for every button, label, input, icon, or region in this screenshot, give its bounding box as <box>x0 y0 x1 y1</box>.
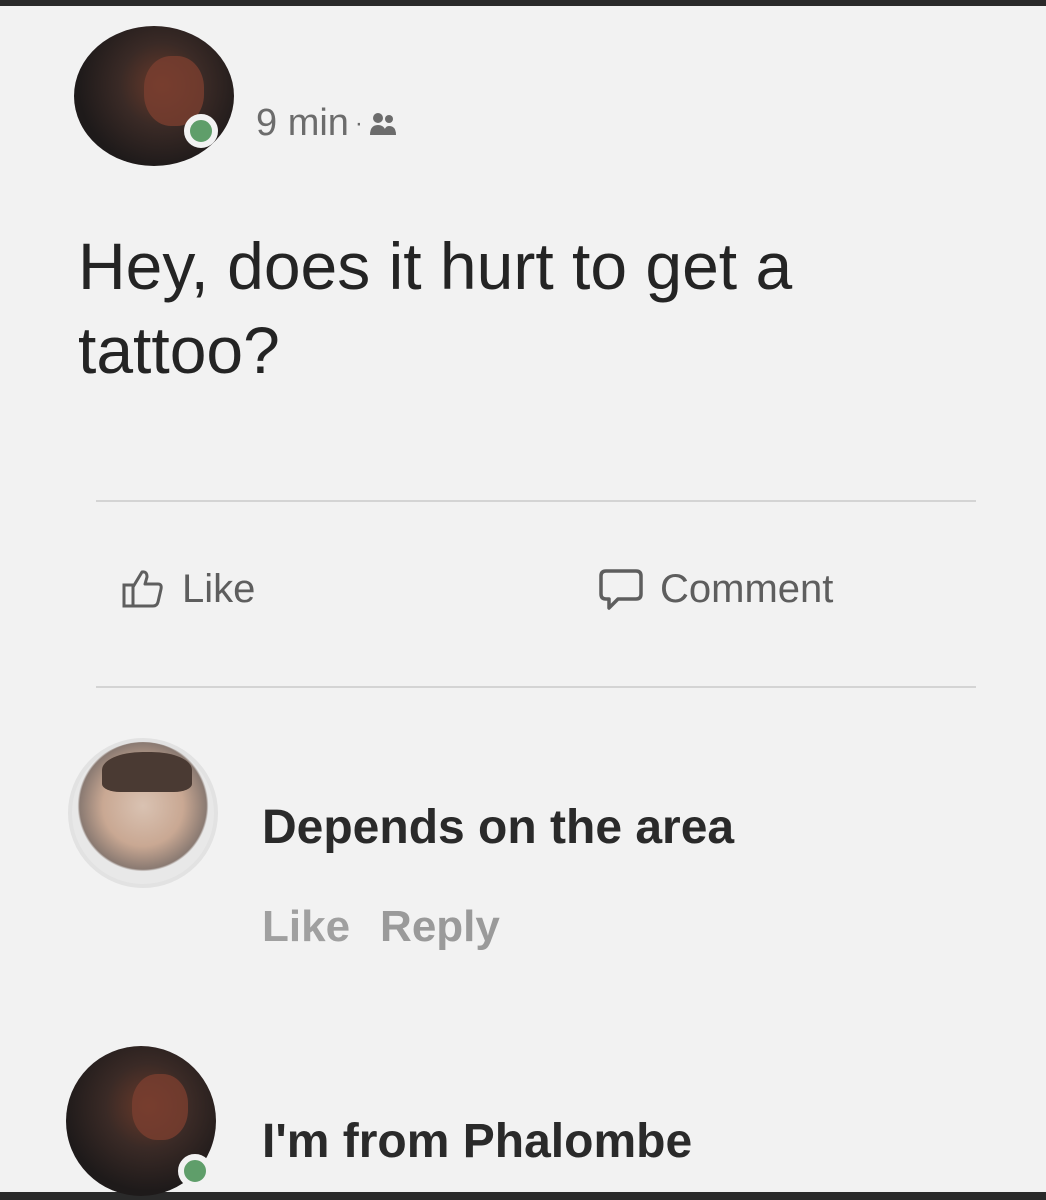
speech-bubble-icon <box>599 569 643 610</box>
avatar-face <box>132 1074 188 1140</box>
comment-like-link[interactable]: Like <box>262 902 350 952</box>
online-status-indicator <box>178 1154 212 1188</box>
divider <box>96 500 976 502</box>
commenter-avatar[interactable] <box>68 738 218 888</box>
like-button[interactable]: Like <box>120 566 255 612</box>
comment-actions: Like Reply <box>262 902 500 952</box>
comment-label: Comment <box>660 566 834 611</box>
post-card: 9 min · Hey, does it hurt to get a tatto… <box>0 6 1046 1196</box>
comment-text: I'm from Phalombe <box>262 1115 693 1168</box>
thumbs-up-icon <box>122 570 163 608</box>
comment-text: Depends on the area <box>262 801 735 854</box>
friends-icon[interactable] <box>369 111 397 137</box>
post-body-text: Hey, does it hurt to get a tattoo? <box>78 229 793 387</box>
comment-button[interactable]: Comment <box>598 566 833 612</box>
comment-reply-link[interactable]: Reply <box>380 902 500 952</box>
online-status-indicator <box>184 114 218 148</box>
post-meta: 9 min · <box>256 102 397 145</box>
post-timestamp[interactable]: 9 min <box>256 102 349 145</box>
divider <box>96 686 976 688</box>
avatar-hair <box>102 752 192 792</box>
meta-separator: · <box>354 109 363 137</box>
like-label: Like <box>182 566 256 611</box>
